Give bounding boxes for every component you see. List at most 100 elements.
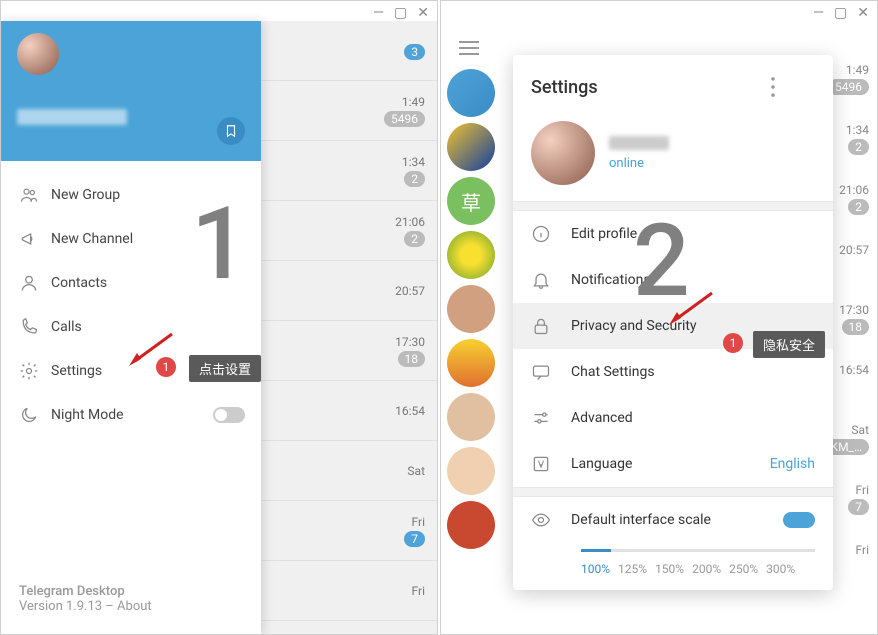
chat-time: 21:06: [839, 183, 869, 197]
close-button[interactable]: ✕: [417, 5, 429, 21]
scale-option[interactable]: 150%: [655, 562, 684, 576]
minimize-button[interactable]: —: [813, 5, 824, 21]
chat-time: 20:57: [395, 284, 425, 298]
profile-name: [609, 136, 669, 150]
annotation-tooltip-2: 隐私安全: [753, 331, 825, 358]
eye-icon: [531, 510, 571, 530]
scale-slider[interactable]: [581, 549, 815, 552]
gear-icon: [19, 361, 51, 381]
chat-meta: 20:57: [827, 243, 869, 303]
language-icon: [531, 454, 571, 474]
annotation-step-2: 2: [633, 203, 690, 320]
settings-value: English: [770, 456, 815, 472]
person-icon: [19, 273, 51, 293]
minimize-button[interactable]: —: [373, 5, 384, 21]
phone-icon: [19, 317, 51, 337]
chat-time: 16:54: [839, 363, 869, 377]
settings-label: Privacy and Security: [571, 318, 697, 334]
chat-icon: [531, 362, 571, 382]
sidebar-header: [1, 21, 261, 161]
user-avatar[interactable]: [17, 33, 59, 75]
scale-options: 100% 125% 150% 200% 250% 300%: [513, 558, 833, 576]
chat-avatar[interactable]: [447, 447, 495, 495]
unread-badge: 2: [404, 231, 425, 247]
scale-option[interactable]: 250%: [729, 562, 758, 576]
chat-time: Fri: [412, 584, 425, 598]
pane-1: — ▢ ✕ code to anyone, eve…3rificación. E…: [0, 0, 438, 635]
settings-label: Advanced: [571, 410, 633, 426]
scale-toggle[interactable]: [783, 512, 815, 528]
menu-label: Calls: [51, 319, 82, 335]
settings-item-adv[interactable]: Advanced: [513, 395, 833, 441]
menu-label: New Channel: [51, 231, 133, 247]
chat-time: Sat: [851, 423, 869, 437]
chat-avatar[interactable]: [447, 231, 495, 279]
annotation-step-1: 1: [191, 186, 248, 303]
chat-meta: Fri 7: [827, 483, 869, 543]
menu-item-night-mode[interactable]: Night Mode: [1, 393, 261, 437]
close-button[interactable]: ✕: [857, 5, 869, 21]
settings-label: Language: [571, 456, 632, 472]
unread-badge: 18: [842, 319, 870, 335]
scale-label: Default interface scale: [571, 512, 711, 528]
maximize-button[interactable]: ▢: [394, 5, 407, 21]
settings-panel: Settings online Edit profileNotification…: [513, 55, 833, 590]
more-button[interactable]: [759, 73, 787, 101]
moon-icon: [19, 405, 51, 425]
chat-meta: Fri: [827, 543, 869, 603]
unread-badge: 2: [404, 171, 425, 187]
unread-badge: 7: [404, 531, 425, 547]
interface-scale-item[interactable]: Default interface scale: [513, 497, 833, 543]
settings-item-lang[interactable]: Language English: [513, 441, 833, 487]
chat-meta: 1:495496: [827, 63, 869, 123]
scale-option[interactable]: 125%: [618, 562, 647, 576]
sliders-icon: [531, 408, 571, 428]
saved-messages-button[interactable]: [217, 117, 245, 145]
more-vertical-icon: [759, 73, 787, 101]
menu-item-calls[interactable]: Calls: [1, 305, 261, 349]
chat-time: 1:34: [846, 123, 869, 137]
chat-avatar[interactable]: 草: [447, 177, 495, 225]
night-mode-toggle[interactable]: [213, 407, 245, 423]
user-name: [17, 109, 127, 125]
menu-label: New Group: [51, 187, 120, 203]
chat-meta: 17:30 18: [827, 303, 869, 363]
unread-badge: 5496: [384, 111, 425, 127]
profile-section[interactable]: online: [513, 111, 833, 201]
chat-time: 17:30: [839, 303, 869, 317]
scale-option[interactable]: 200%: [692, 562, 721, 576]
chat-avatar[interactable]: [447, 339, 495, 387]
menu-label: Contacts: [51, 275, 107, 291]
chat-time: Fri: [856, 483, 869, 497]
maximize-button[interactable]: ▢: [834, 5, 847, 21]
chat-avatar[interactable]: [447, 123, 495, 171]
hamburger-menu-button[interactable]: [459, 37, 479, 59]
scale-option[interactable]: 300%: [766, 562, 795, 576]
menu-label: Settings: [51, 363, 102, 379]
annotation-badge-1: 1: [156, 357, 176, 377]
unread-badge: 3: [404, 44, 425, 60]
chat-avatar[interactable]: [447, 393, 495, 441]
main-menu-sidebar: New Group New Channel Contacts Calls Setting…: [1, 21, 261, 634]
close-settings-button[interactable]: [787, 73, 815, 101]
chat-time: 20:57: [839, 243, 869, 257]
profile-status: online: [609, 156, 669, 171]
unread-badge: 7: [848, 499, 869, 515]
app-version[interactable]: Version 1.9.13 – About: [19, 599, 243, 614]
profile-avatar: [531, 121, 595, 185]
close-icon: [787, 73, 815, 101]
chat-avatar[interactable]: [447, 285, 495, 333]
chat-avatar[interactable]: [447, 501, 495, 549]
settings-header: Settings: [513, 55, 833, 111]
window-controls: — ▢ ✕: [373, 5, 429, 21]
megaphone-icon: [19, 229, 51, 249]
pane-2: — ▢ ✕ 草 1:4954961:34221:06220:5717:30181…: [440, 0, 878, 635]
settings-label: Edit profile: [571, 226, 637, 242]
chat-meta: 21:062: [827, 183, 869, 243]
unread-badge: 2: [848, 139, 869, 155]
scale-option[interactable]: 100%: [581, 562, 610, 576]
bookmark-icon: [224, 124, 238, 138]
bell-icon: [531, 270, 571, 290]
chat-time: 1:49: [846, 63, 869, 77]
chat-avatar[interactable]: [447, 69, 495, 117]
